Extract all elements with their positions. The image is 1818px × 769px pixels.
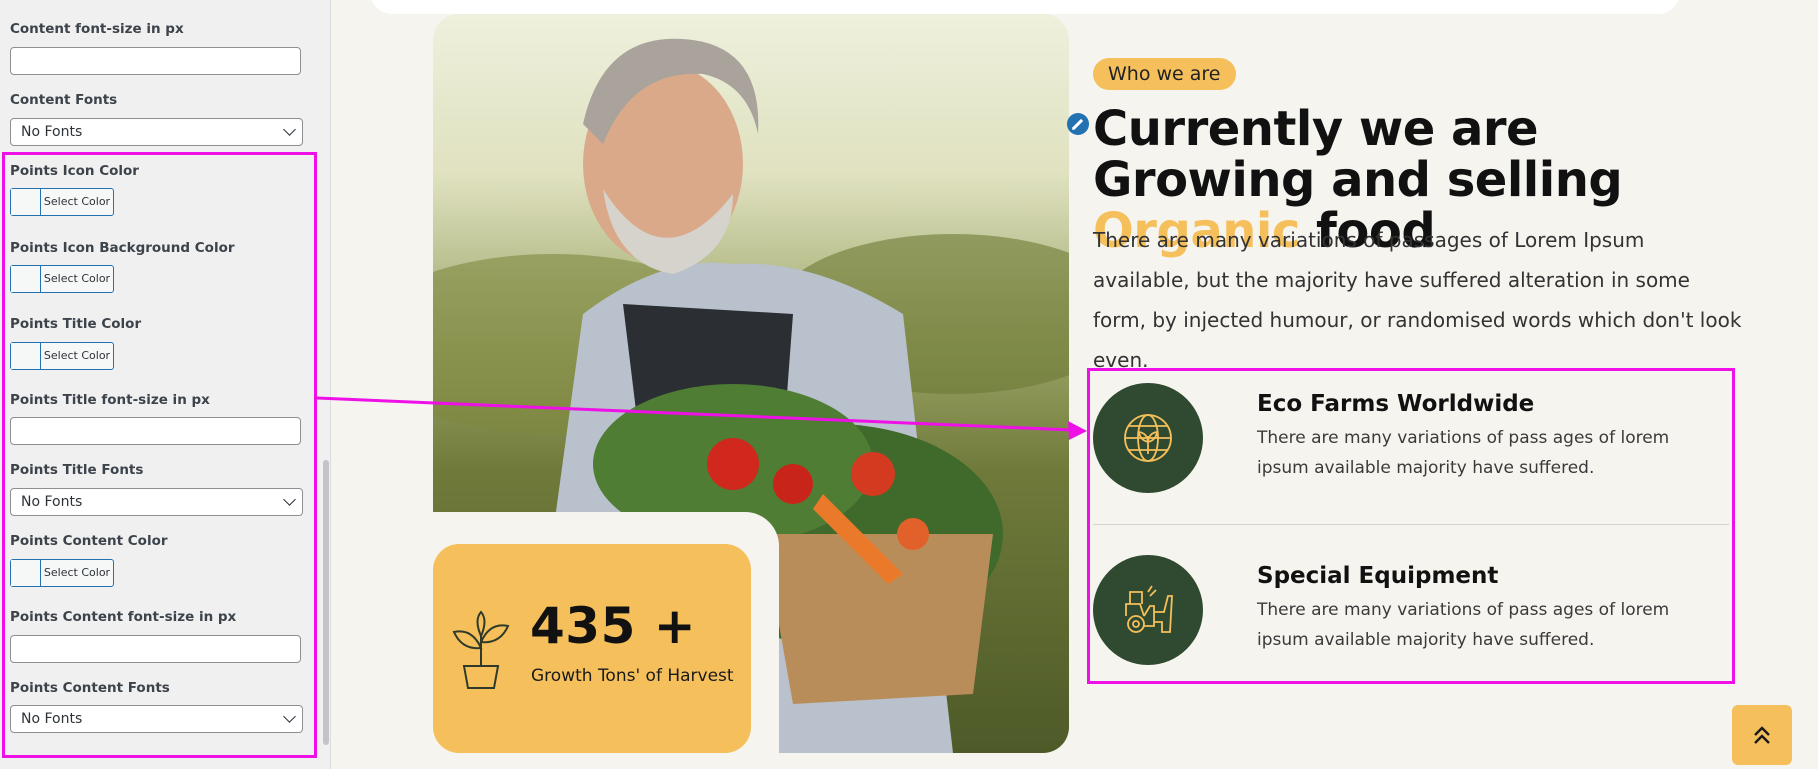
content-fonts-label: Content Fonts xyxy=(10,92,118,108)
double-chevron-up-icon xyxy=(1754,726,1770,744)
point-title: Special Equipment xyxy=(1257,563,1499,589)
point-item-special-equipment: Special Equipment There are many variati… xyxy=(1093,555,1731,665)
section-lead-text: There are many variations of passages of… xyxy=(1093,228,1742,372)
pencil-icon[interactable] xyxy=(1067,113,1089,135)
chevron-down-icon xyxy=(283,123,296,136)
headline-part1: Currently we are Growing and selling xyxy=(1093,101,1623,208)
content-fonts-select[interactable]: No Fonts xyxy=(10,118,303,146)
content-font-size-input[interactable] xyxy=(10,47,301,75)
content-font-size-label: Content font-size in px xyxy=(10,21,184,37)
content-fonts-value: No Fonts xyxy=(21,124,83,140)
point-icon-circle xyxy=(1093,383,1203,493)
globe-leaf-icon xyxy=(1124,414,1172,462)
points-divider xyxy=(1093,524,1729,525)
plant-pot-icon xyxy=(452,610,510,689)
point-text: There are many variations of pass ages o… xyxy=(1257,600,1670,650)
tractor-icon xyxy=(1125,585,1173,633)
point-text: There are many variations of pass ages o… xyxy=(1257,428,1670,478)
point-icon-circle xyxy=(1093,555,1203,665)
sidebar-highlight-box xyxy=(2,152,317,758)
stat-number: 435 + xyxy=(530,597,697,655)
top-card xyxy=(370,0,1680,14)
sidebar-scrollbar-thumb[interactable] xyxy=(323,460,329,745)
stat-caption: Growth Tons' of Harvest xyxy=(531,666,734,686)
point-title: Eco Farms Worldwide xyxy=(1257,391,1535,417)
scroll-to-top-button[interactable] xyxy=(1732,705,1792,765)
who-we-are-badge: Who we are xyxy=(1093,58,1236,90)
point-item-eco-farms: Eco Farms Worldwide There are many varia… xyxy=(1093,383,1731,493)
